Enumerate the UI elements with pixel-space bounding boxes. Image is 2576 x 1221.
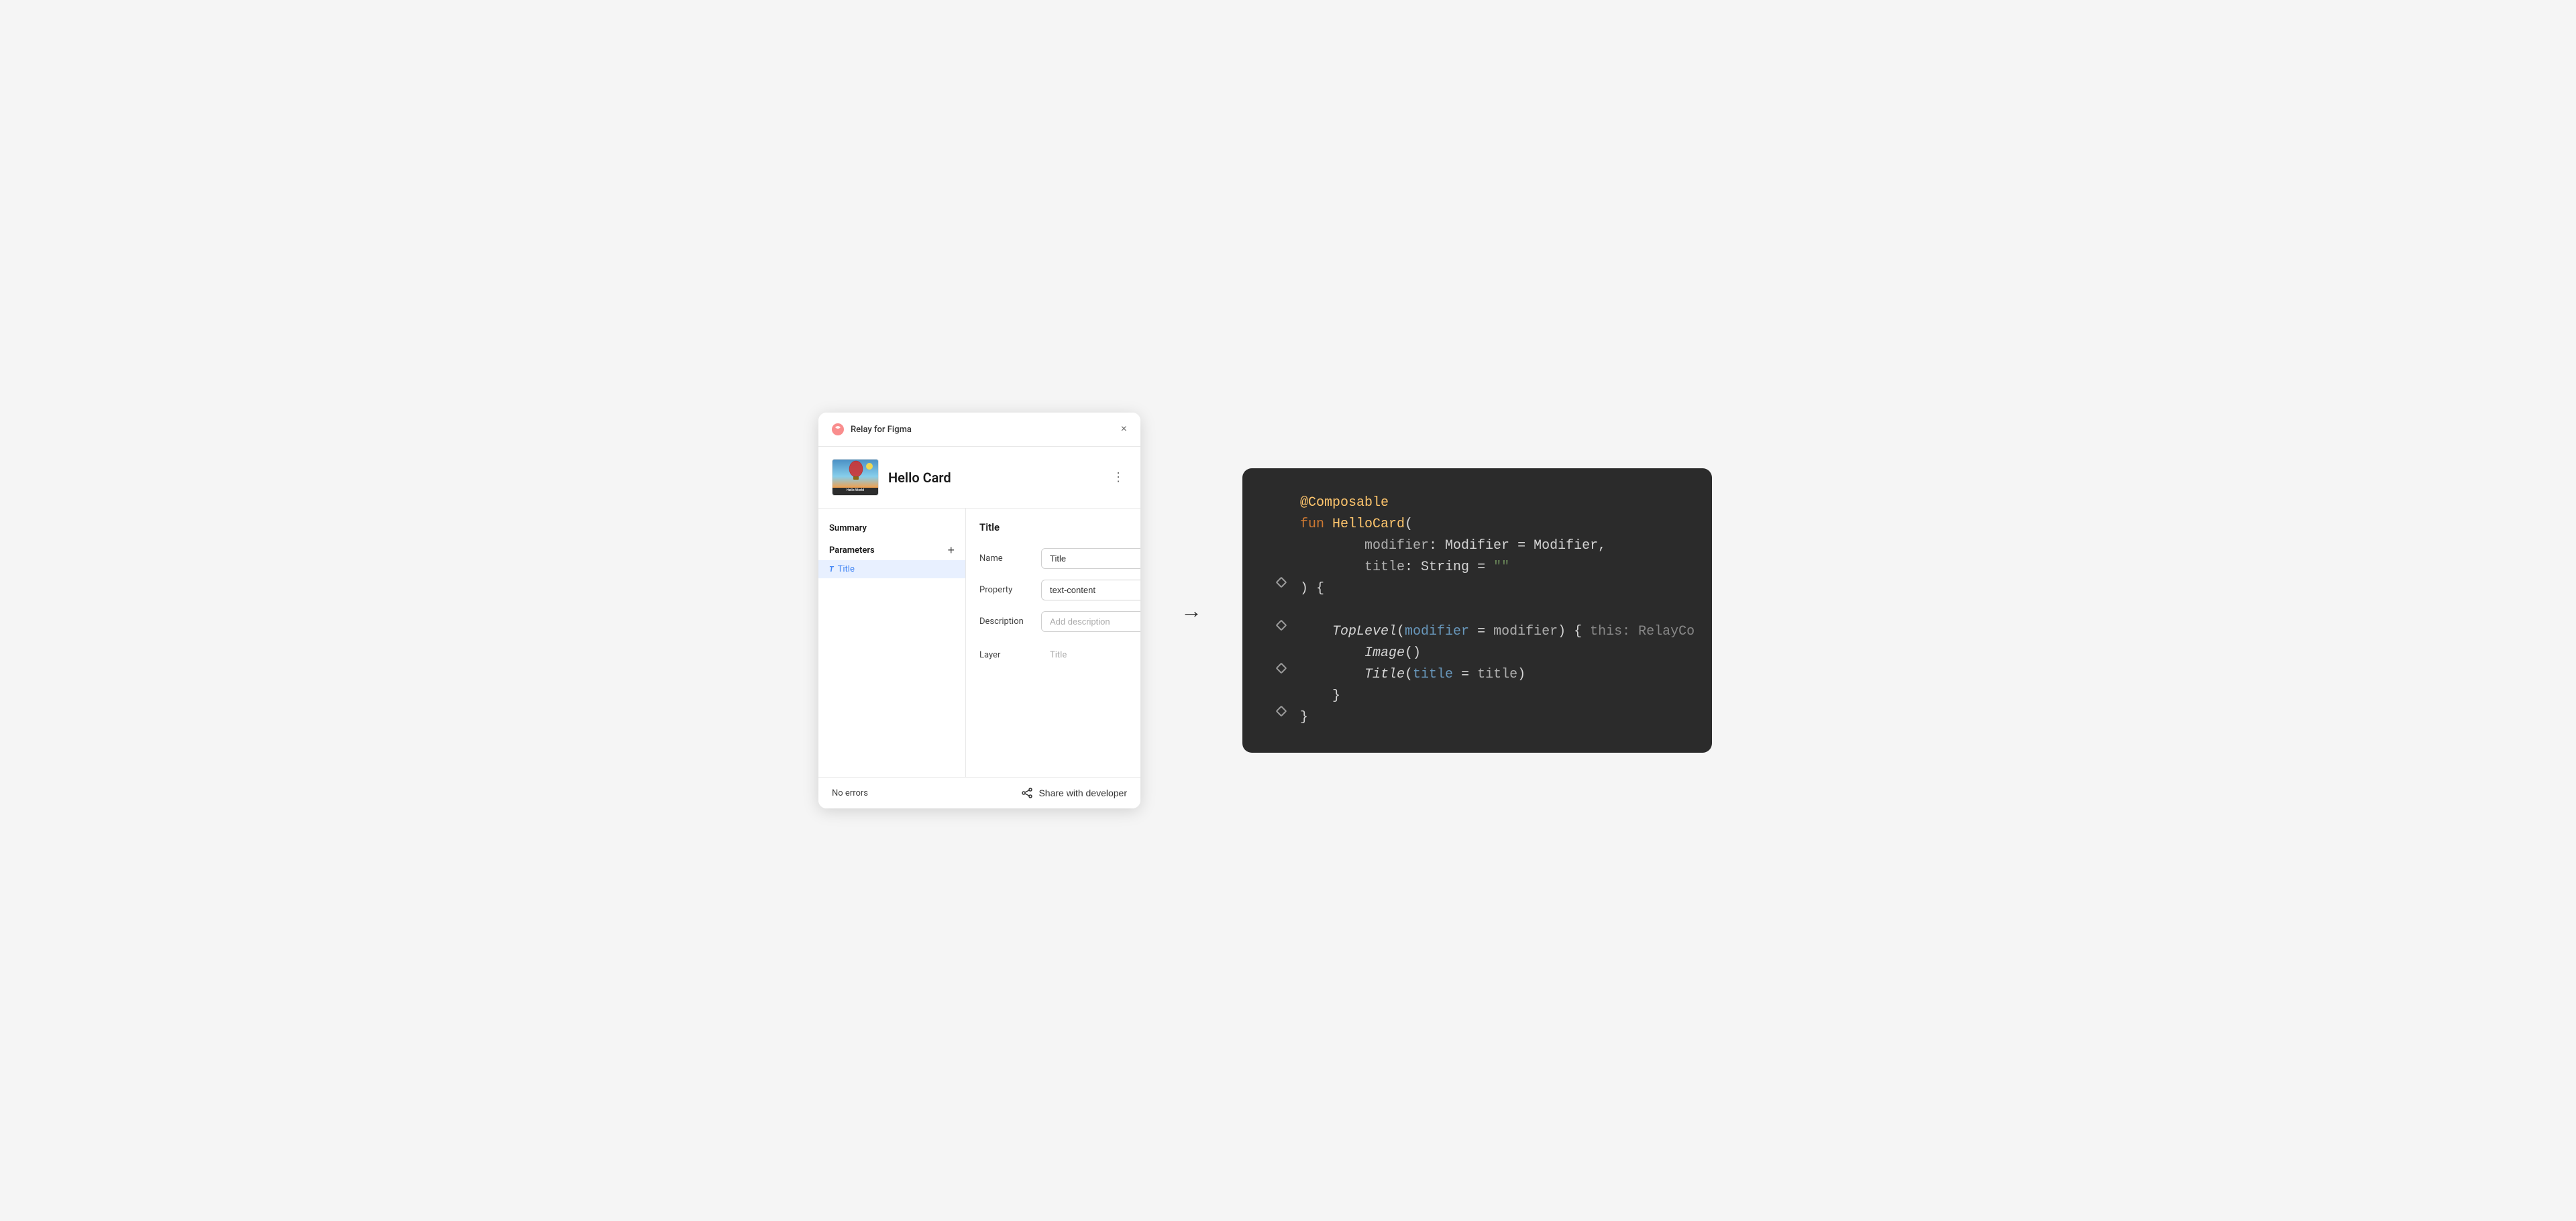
description-input[interactable]: [1041, 611, 1140, 632]
gutter-7: [1269, 621, 1293, 629]
code-fun-kw: fun: [1300, 517, 1332, 532]
panel-header-left: Relay for Figma: [830, 422, 912, 437]
description-field: Description: [979, 611, 1140, 632]
property-select-wrapper: text-content visibility image-resource ▾: [1041, 580, 1140, 600]
code-preview: @Composable fun HelloCard( modifier: Mod…: [1242, 468, 1712, 753]
code-inner-close: }: [1332, 688, 1340, 704]
panel-content: Title Name Property: [966, 509, 1140, 777]
sidebar-params-label: Parameters: [829, 545, 875, 555]
more-options-button[interactable]: ⋮: [1110, 468, 1127, 487]
gutter-diamond-4-icon: [1276, 706, 1287, 717]
property-select[interactable]: text-content visibility image-resource: [1041, 580, 1140, 600]
thumbnail-label: Hello World: [847, 488, 864, 492]
share-button[interactable]: Share with developer: [1021, 787, 1127, 799]
no-errors-text: No errors: [832, 788, 868, 798]
code-line-10: }: [1269, 686, 1685, 707]
sidebar-item-label: Title: [838, 564, 855, 574]
panel-title: Relay for Figma: [851, 425, 912, 435]
code-line-6: [1269, 600, 1685, 621]
layer-field: Layer Title: [979, 643, 1140, 668]
property-field: Property text-content visibility image-r…: [979, 580, 1140, 600]
code-line-7: TopLevel(modifier = modifier) { this: Re…: [1269, 621, 1685, 643]
component-thumbnail: Hello World: [832, 459, 879, 496]
plugin-panel: Relay for Figma ×: [818, 413, 1140, 808]
gutter-diamond-icon: [1276, 577, 1287, 588]
gutter-11: [1269, 707, 1293, 715]
code-title-param: title: [1364, 560, 1405, 575]
component-header: Hello World Hello Card ⋮: [818, 447, 1140, 509]
code-title-call: Title: [1364, 667, 1405, 682]
name-input[interactable]: [1041, 548, 1140, 569]
sidebar-summary[interactable]: Summary: [818, 519, 965, 537]
code-line-5: ) {: [1269, 578, 1685, 600]
gutter-9: [1269, 664, 1293, 672]
code-line-2: fun HelloCard(: [1269, 514, 1685, 535]
code-line-11: }: [1269, 707, 1685, 729]
layer-value: Title: [1050, 650, 1067, 660]
gutter-diamond-3-icon: [1276, 663, 1287, 674]
panel-header: Relay for Figma ×: [818, 413, 1140, 447]
content-title: Title: [979, 521, 1000, 533]
description-label: Description: [979, 617, 1033, 627]
panel-body: Summary Parameters + T Title Title: [818, 509, 1140, 777]
sidebar-item-title[interactable]: T Title: [818, 560, 965, 578]
layer-field-wrapper: Title: [1041, 643, 1140, 668]
code-func-name: HelloCard: [1332, 517, 1405, 532]
code-outer-close: }: [1300, 707, 1308, 729]
sidebar-params-section: Parameters +: [818, 537, 965, 560]
code-line-9: Title(title = title): [1269, 664, 1685, 686]
share-label: Share with developer: [1038, 788, 1127, 798]
component-header-left: Hello World Hello Card: [832, 459, 951, 496]
text-type-icon: T: [829, 565, 834, 574]
code-toplevel: TopLevel: [1332, 624, 1397, 639]
gutter-diamond-2-icon: [1276, 620, 1287, 631]
relay-logo-icon: [830, 422, 845, 437]
component-name: Hello Card: [888, 470, 951, 486]
code-image: Image: [1364, 645, 1405, 661]
panel-sidebar: Summary Parameters + T Title: [818, 509, 966, 777]
layer-label: Layer: [979, 650, 1033, 660]
code-composable: @Composable: [1300, 492, 1389, 514]
content-header: Title: [979, 519, 1140, 535]
main-container: Relay for Figma ×: [818, 413, 1758, 808]
arrow: →: [1181, 598, 1202, 623]
panel-footer: No errors Share with developer: [818, 777, 1140, 808]
name-label: Name: [979, 553, 1033, 564]
name-field: Name: [979, 548, 1140, 569]
code-line-3: modifier: Modifier = Modifier,: [1269, 535, 1685, 557]
close-button[interactable]: ×: [1120, 422, 1128, 437]
code-paren-open: (: [1405, 517, 1413, 532]
share-icon: [1021, 787, 1033, 799]
add-parameter-button[interactable]: +: [947, 544, 955, 556]
thumbnail-sky: [833, 460, 878, 486]
code-close-paren: ) {: [1300, 578, 1324, 600]
code-line-1: @Composable: [1269, 492, 1685, 514]
code-modifier-param: modifier: [1364, 538, 1429, 553]
code-line-8: Image(): [1269, 643, 1685, 664]
code-line-4: title: String = "": [1269, 557, 1685, 578]
property-label: Property: [979, 585, 1033, 595]
gutter-5: [1269, 578, 1293, 586]
